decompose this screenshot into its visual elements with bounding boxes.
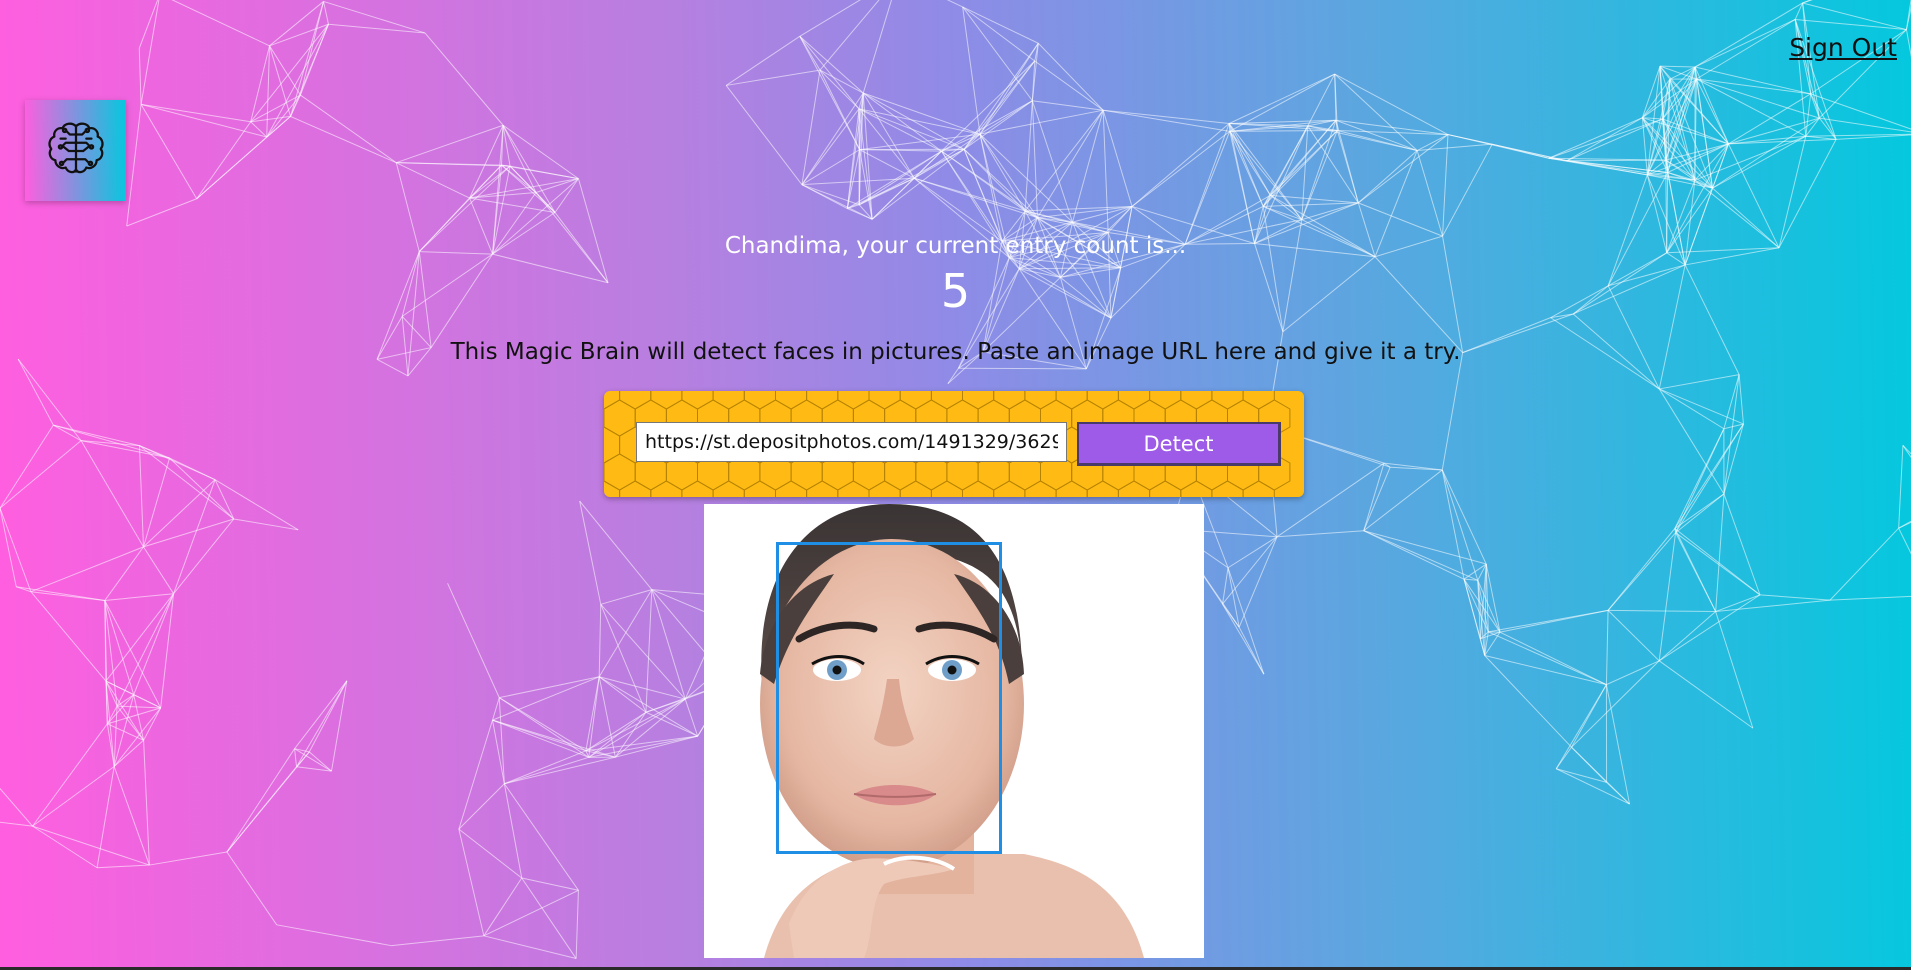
face-bounding-box	[776, 542, 1002, 854]
brain-icon	[47, 122, 104, 173]
image-url-form: Detect	[604, 391, 1304, 497]
entry-count-value: 5	[940, 264, 971, 318]
app-description: This Magic Brain will detect faces in pi…	[450, 339, 1461, 365]
result-image	[704, 504, 1204, 958]
logo-tile	[25, 100, 126, 201]
image-url-input[interactable]	[636, 422, 1067, 462]
entry-count-greeting: Chandima, your current entry count is...	[724, 233, 1187, 259]
sign-out-link[interactable]: Sign Out	[1789, 33, 1897, 62]
detect-button[interactable]: Detect	[1077, 422, 1281, 466]
